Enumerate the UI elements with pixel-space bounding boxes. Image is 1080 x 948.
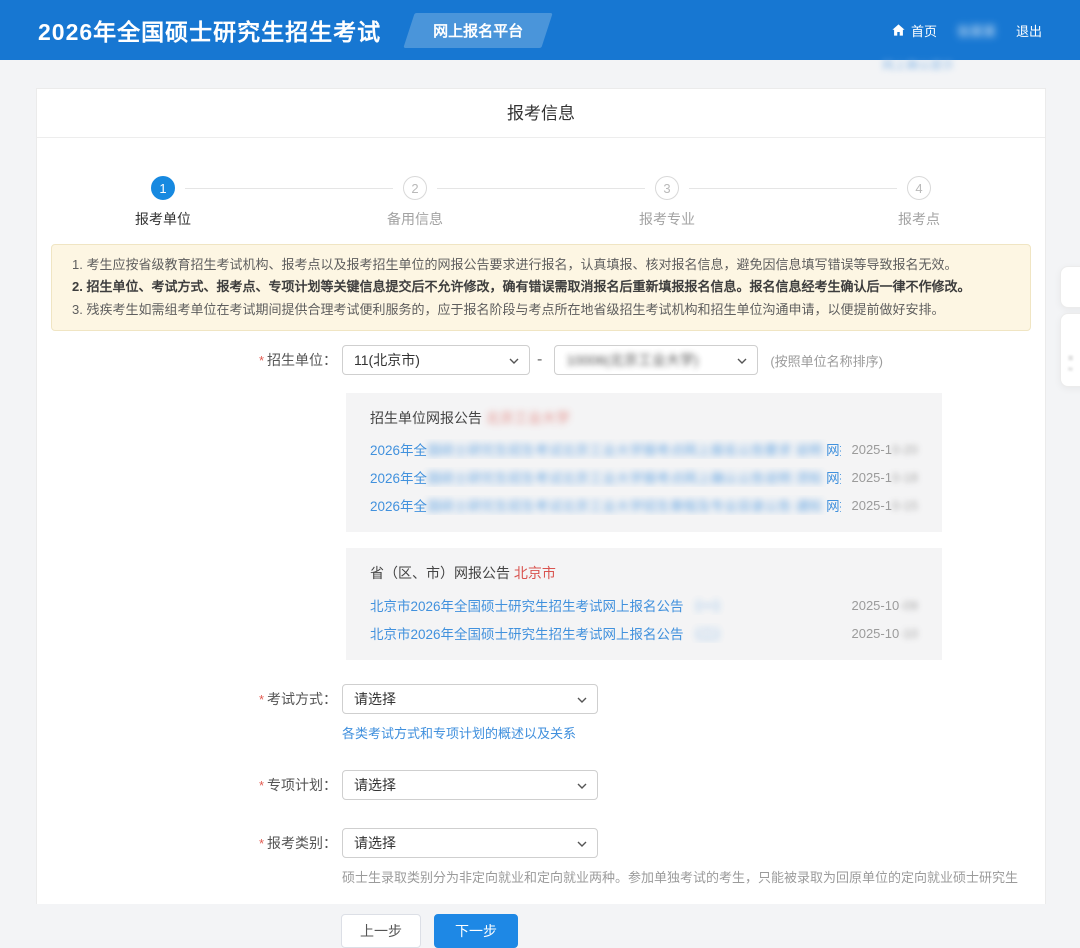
unit-announcement-link[interactable]: 2026年全国硕士研究生招生考试北京工业大学报考点网上报名公告要求 说明 网报公… (370, 439, 841, 459)
exam-method-row: *考试方式： 请选择 (37, 684, 1045, 714)
prev-step-button[interactable]: 上一步 (341, 914, 421, 948)
special-plan-select-value: 请选择 (354, 775, 396, 795)
announcement-row: 北京市2026年全国硕士研究生招生考试网上报名公告 （一） 2025-10-09 (370, 595, 918, 615)
notice-line-2: 2. 招生单位、考试方式、报考点、专项计划等关键信息提交后不允许修改，确有错误需… (72, 276, 1010, 298)
province-announcement-link[interactable]: 北京市2026年全国硕士研究生招生考试网上报名公告 （一） (370, 595, 728, 615)
step-4-circle: 4 (907, 176, 931, 200)
category-label: *报考类别： (37, 833, 337, 853)
chevron-down-icon (508, 354, 520, 366)
registration-form: *招生单位： 11(北京市) - 10006(北京工业大学) (按照单位名称排序… (37, 331, 1045, 948)
unit-label: *招生单位： (37, 350, 337, 370)
announcement-row: 2026年全国硕士研究生招生考试北京工业大学报考点网上报名公告要求 说明 网报公… (370, 439, 918, 459)
chevron-down-icon (576, 837, 588, 849)
unit-announcement-link[interactable]: 2026年全国硕士研究生招生考试北京工业大学招生章程及专业目录公告 通知 网报公… (370, 495, 841, 515)
exam-method-select-value: 请选择 (354, 689, 396, 709)
nav-username[interactable]: 张某某 (957, 21, 996, 40)
step-connector (437, 188, 645, 189)
unit-select[interactable]: 10006(北京工业大学) (554, 345, 758, 375)
site-title: 2026年全国硕士研究生招生考试 (38, 13, 381, 47)
chevron-down-icon (736, 354, 748, 366)
notice-box: 1. 考生应按省级教育招生考试机构、报考点以及报考招生单位的网报公告要求进行报名… (51, 244, 1031, 331)
step-2-circle: 2 (403, 176, 427, 200)
announcement-date: 2025-10-09 (851, 598, 918, 613)
step-1-unit: 1 报考单位 (37, 176, 289, 238)
announcement-row: 2026年全国硕士研究生招生考试北京工业大学招生章程及专业目录公告 通知 网报公… (370, 495, 918, 515)
unit-row: *招生单位： 11(北京市) - 10006(北京工业大学) (按照单位名称排序… (37, 345, 1045, 375)
announcement-row: 2026年全国硕士研究生招生考试北京工业大学报考点网上确认公告说明 须知 网报公… (370, 467, 918, 487)
province-select[interactable]: 11(北京市) (342, 345, 530, 375)
unit-name-redacted: 北京工业大学 (486, 410, 570, 426)
nav-logout[interactable]: 退出 (1016, 21, 1042, 40)
floating-widget-top[interactable] (1060, 266, 1080, 308)
unit-select-value-redacted: 10006(北京工业大学) (566, 350, 698, 370)
required-mark: * (259, 778, 264, 793)
action-buttons: 上一步 下一步 (341, 914, 1045, 948)
announcement-row: 北京市2026年全国硕士研究生招生考试网上报名公告 （二） 2025-10-10 (370, 623, 918, 643)
step-4-exam-site: 4 报考点 (793, 176, 1045, 238)
separator-dash: - (537, 351, 542, 369)
category-note: 硕士生录取类别分为非定向就业和定向就业两种。参加单独考试的考生，只能被录取为回原… (342, 867, 1045, 886)
notice-line-1: 1. 考生应按省级教育招生考试机构、报考点以及报考招生单位的网报公告要求进行报名… (72, 254, 1010, 276)
step-2-backup-info: 2 备用信息 (289, 176, 541, 238)
special-plan-label: *专项计划： (37, 775, 337, 795)
category-row: *报考类别： 请选择 (37, 828, 1045, 858)
exam-method-info-row: 各类考试方式和专项计划的概述以及关系 (342, 723, 1045, 742)
unit-announcement-link[interactable]: 2026年全国硕士研究生招生考试北京工业大学报考点网上确认公告说明 须知 网报公… (370, 467, 841, 487)
step-indicator: 1 报考单位 2 备用信息 3 报考专业 4 报考点 (37, 138, 1045, 238)
required-mark: * (259, 836, 264, 851)
province-select-value: 11(北京市) (354, 350, 420, 370)
exam-method-label: *考试方式： (37, 689, 337, 709)
announcement-date: 2025-10-10 (851, 626, 918, 641)
required-mark: * (259, 692, 264, 707)
site-badge: 网上报名平台 (409, 13, 547, 48)
province-announcement-title: 省（区、市）网报公告 北京市 (370, 563, 918, 583)
province-announcement-box: 省（区、市）网报公告 北京市 北京市2026年全国硕士研究生招生考试网上报名公告… (346, 548, 942, 660)
floating-widget-bottom[interactable]: ≡≈ (1060, 313, 1080, 387)
unit-announcement-box: 招生单位网报公告 北京工业大学 2026年全国硕士研究生招生考试北京工业大学报考… (346, 393, 942, 532)
chevron-down-icon (576, 693, 588, 705)
nav-home-label: 首页 (911, 21, 937, 40)
page-title: 报考信息 (37, 89, 1045, 138)
notice-line-3: 3. 残疾考生如需组考单位在考试期间提供合理考试便利服务的，应于报名阶段与考点所… (72, 299, 1010, 321)
next-step-button[interactable]: 下一步 (434, 914, 518, 948)
blur-artifact: 网上确认提示 (882, 56, 1002, 69)
nav-home[interactable]: 首页 (891, 21, 937, 40)
step-4-label: 报考点 (898, 209, 940, 229)
required-mark: * (259, 353, 264, 368)
announcement-date: 2025-10-18 (851, 470, 918, 485)
special-plan-row: *专项计划： 请选择 (37, 770, 1045, 800)
widget-glyph: ≡≈ (1068, 353, 1073, 376)
top-nav: 首页 张某某 退出 (891, 21, 1042, 40)
step-3-major: 3 报考专业 (541, 176, 793, 238)
step-2-label: 备用信息 (387, 209, 443, 229)
home-icon (891, 23, 906, 38)
top-bar: 2026年全国硕士研究生招生考试 网上报名平台 首页 张某某 退出 (0, 0, 1080, 60)
step-3-label: 报考专业 (639, 209, 695, 229)
main-card: 报考信息 1 报考单位 2 备用信息 3 报考专业 4 报考点 1. 考生应按省… (36, 88, 1046, 904)
special-plan-select[interactable]: 请选择 (342, 770, 598, 800)
unit-announcement-title: 招生单位网报公告 北京工业大学 (370, 408, 918, 428)
step-1-circle: 1 (151, 176, 175, 200)
province-announcement-link[interactable]: 北京市2026年全国硕士研究生招生考试网上报名公告 （二） (370, 623, 728, 643)
step-1-label: 报考单位 (135, 209, 191, 229)
chevron-down-icon (576, 779, 588, 791)
unit-sort-note: (按照单位名称排序) (770, 351, 883, 370)
exam-method-info-link[interactable]: 各类考试方式和专项计划的概述以及关系 (342, 726, 576, 741)
announcement-date: 2025-10-20 (851, 442, 918, 457)
step-3-circle: 3 (655, 176, 679, 200)
announcement-date: 2025-10-15 (851, 498, 918, 513)
step-connector (185, 188, 393, 189)
step-connector (689, 188, 897, 189)
exam-method-select[interactable]: 请选择 (342, 684, 598, 714)
category-select[interactable]: 请选择 (342, 828, 598, 858)
region-name: 北京市 (514, 565, 556, 581)
category-select-value: 请选择 (354, 833, 396, 853)
